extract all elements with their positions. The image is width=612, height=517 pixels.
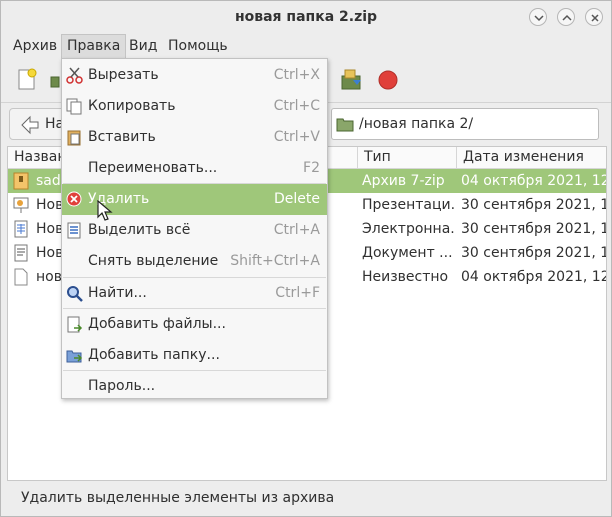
mouse-cursor-icon [97, 200, 113, 221]
menu-item-cut[interactable]: Вырезать Ctrl+X [62, 60, 327, 91]
menu-item-copy[interactable]: Копировать Ctrl+C [62, 91, 327, 122]
menu-edit[interactable]: Правка [61, 34, 127, 58]
spreadsheet-icon [14, 220, 28, 238]
titlebar: новая папка 2.zip [1, 1, 611, 34]
row-type: Архив 7-zip [362, 173, 445, 189]
menu-item-label: Выделить всё [88, 222, 191, 238]
menu-item-label: Найти... [88, 285, 147, 301]
minimize-button[interactable] [529, 8, 547, 26]
column-date[interactable]: Дата изменения [457, 147, 606, 169]
menu-item-password[interactable]: Пароль... [62, 371, 327, 402]
menu-item-label: Добавить файлы... [88, 316, 226, 332]
menu-item-label: Пароль... [88, 378, 156, 394]
paste-icon [67, 130, 81, 146]
menubar: Архив Правка Вид Помощь [1, 34, 611, 58]
chevron-up-icon [562, 14, 572, 21]
file-icon [14, 268, 28, 286]
row-date: 30 сентября 2021, 1... [461, 221, 606, 237]
scissors-icon [66, 67, 83, 84]
menu-item-label: Копировать [88, 98, 176, 114]
menu-item-label: Вырезать [88, 67, 159, 83]
menu-help[interactable]: Помощь [163, 34, 233, 58]
app-window: новая папка 2.zip Архив Правка Вид Помощ… [0, 0, 612, 517]
row-type: Неизвестно [362, 269, 449, 285]
menu-item-shortcut: Ctrl+F [275, 285, 320, 301]
folder-icon [336, 118, 354, 132]
stop-button[interactable] [375, 67, 401, 93]
document-icon [14, 244, 28, 262]
menu-item-label: Вставить [88, 129, 156, 145]
new-archive-button[interactable] [15, 67, 41, 93]
menu-item-rename[interactable]: Переименовать... F2 [62, 153, 327, 184]
path-text: /новая папка 2/ [359, 116, 474, 132]
status-bar: Удалить выделенные элементы из архива [1, 483, 611, 516]
menu-item-label: Переименовать... [88, 160, 218, 176]
menu-item-shortcut: Ctrl+C [273, 98, 320, 114]
column-type[interactable]: Тип [358, 147, 457, 169]
row-date: 04 октября 2021, 12... [461, 173, 606, 189]
row-date: 30 сентября 2021, 1... [461, 197, 606, 213]
add-folder-icon [66, 350, 83, 363]
search-icon [67, 286, 83, 302]
menu-item-label: Снять выделение [88, 253, 219, 269]
menu-item-shortcut: Ctrl+X [273, 67, 320, 83]
back-arrow-icon [21, 115, 39, 135]
maximize-button[interactable] [557, 8, 575, 26]
window-title: новая папка 2.zip [234, 9, 378, 25]
edit-menu-dropdown: Вырезать Ctrl+X Копировать Ctrl+C Встави… [61, 58, 328, 399]
menu-item-find[interactable]: Найти... Ctrl+F [62, 278, 327, 309]
menu-view[interactable]: Вид [124, 34, 162, 58]
new-archive-icon [18, 68, 37, 90]
close-button[interactable] [585, 8, 603, 26]
menu-item-shortcut: Ctrl+V [273, 129, 320, 145]
extract-icon [341, 69, 361, 90]
row-type: Документ ... [362, 245, 453, 261]
chevron-down-icon [534, 15, 544, 22]
menu-item-shortcut: Shift+Ctrl+A [230, 253, 320, 269]
menu-item-label: Добавить папку... [88, 347, 220, 363]
delete-icon [66, 191, 82, 207]
row-type: Презентаци... [362, 197, 455, 213]
presentation-icon [13, 197, 29, 213]
menu-item-add-folder[interactable]: Добавить папку... [62, 340, 327, 371]
menu-archive[interactable]: Архив [8, 34, 62, 58]
menu-item-shortcut: Delete [274, 191, 320, 207]
menu-item-paste[interactable]: Вставить Ctrl+V [62, 122, 327, 153]
add-files-icon [67, 316, 83, 333]
status-text: Удалить выделенные элементы из архива [21, 490, 335, 506]
menu-item-shortcut: Ctrl+A [273, 222, 320, 238]
path-field[interactable]: /новая папка 2/ [331, 108, 599, 140]
extract-button[interactable] [339, 67, 365, 93]
menu-item-add-files[interactable]: Добавить файлы... [62, 309, 327, 340]
row-date: 30 сентября 2021, 1... [461, 245, 606, 261]
select-all-icon [67, 222, 81, 239]
close-icon [591, 14, 599, 22]
copy-icon [66, 98, 82, 115]
row-date: 04 октября 2021, 12... [461, 269, 606, 285]
archive-icon [13, 172, 29, 190]
stop-icon [378, 70, 398, 90]
menu-item-shortcut: F2 [303, 160, 320, 176]
row-type: Электронна... [362, 221, 455, 237]
menu-item-deselect[interactable]: Снять выделение Shift+Ctrl+A [62, 246, 327, 277]
